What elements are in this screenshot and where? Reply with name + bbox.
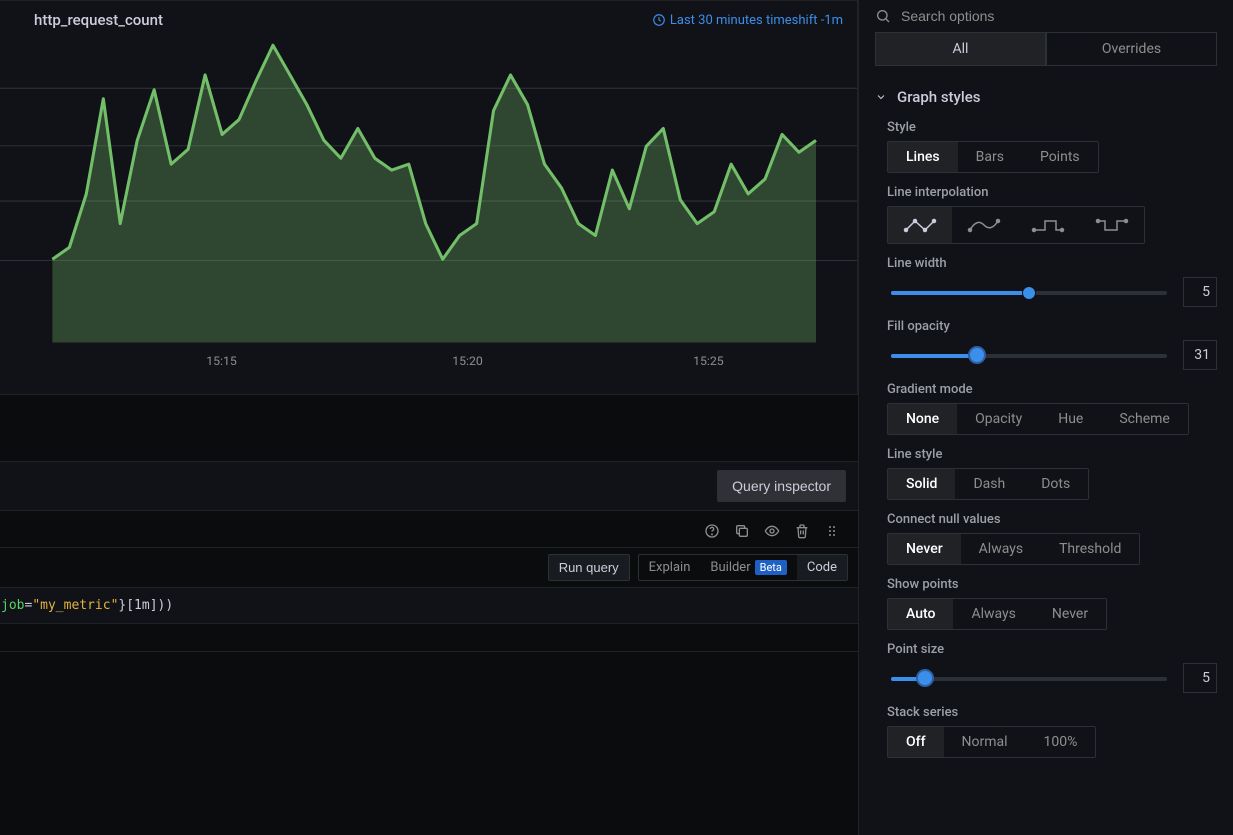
query-section: Query inspector Run query Explain	[0, 401, 858, 835]
interpolation-radio-group	[887, 206, 1145, 244]
query-mode-toggle: Explain Builder Beta Code	[638, 554, 848, 581]
svg-text:15:25: 15:25	[693, 355, 724, 369]
stack-radio-group: OffNormal100%	[887, 726, 1096, 758]
style-option-bars[interactable]: Bars	[958, 142, 1022, 172]
svg-text:15:20: 15:20	[452, 355, 483, 369]
line-width-slider[interactable]	[887, 282, 1171, 302]
search-options-input[interactable]	[901, 8, 1217, 24]
time-range-badge[interactable]: Last 30 minutes timeshift -1m	[652, 13, 843, 28]
interp-linear-button[interactable]	[888, 207, 952, 243]
trash-icon[interactable]	[794, 523, 810, 539]
stack-label: Stack series	[887, 705, 1217, 720]
fill-opacity-label: Fill opacity	[887, 319, 1217, 334]
beta-badge: Beta	[755, 560, 787, 575]
show-points-option-always[interactable]: Always	[953, 599, 1033, 629]
svg-text:15:15: 15:15	[206, 355, 237, 369]
panel-title: http_request_count	[34, 11, 163, 29]
query-code-line[interactable]: job="my_metric"}[1m]))	[0, 588, 858, 624]
show-points-radio-group: AutoAlwaysNever	[887, 598, 1107, 630]
fill-opacity-value[interactable]: 31	[1183, 340, 1217, 370]
stack-option-100-[interactable]: 100%	[1026, 727, 1096, 757]
connect-null-label: Connect null values	[887, 512, 1217, 527]
line-style-option-dash[interactable]: Dash	[955, 469, 1023, 499]
point-size-slider[interactable]	[887, 668, 1171, 688]
connect-null-radio-group: NeverAlwaysThreshold	[887, 533, 1140, 565]
stack-option-normal[interactable]: Normal	[944, 727, 1026, 757]
line-style-radio-group: SolidDashDots	[887, 468, 1089, 500]
token-string: "my_metric"	[32, 598, 118, 613]
interpolation-label: Line interpolation	[887, 185, 1217, 200]
help-icon[interactable]	[704, 523, 720, 539]
query-inspector-button[interactable]: Query inspector	[717, 470, 846, 502]
search-icon	[875, 8, 891, 24]
tab-all[interactable]: All	[875, 32, 1046, 66]
show-points-option-auto[interactable]: Auto	[888, 599, 953, 629]
connect-null-option-threshold[interactable]: Threshold	[1041, 534, 1139, 564]
style-label: Style	[887, 120, 1217, 135]
line-style-option-solid[interactable]: Solid	[888, 469, 955, 499]
section-title: Graph styles	[897, 88, 980, 106]
chart-area: 15:15 15:20 15:25	[0, 35, 857, 394]
builder-toggle[interactable]: Builder Beta	[700, 555, 797, 580]
drag-handle-icon[interactable]	[824, 523, 840, 539]
builder-label: Builder	[710, 560, 750, 575]
code-toggle[interactable]: Code	[797, 555, 847, 580]
style-radio-group: LinesBarsPoints	[887, 141, 1099, 173]
gradient-option-scheme[interactable]: Scheme	[1101, 404, 1187, 434]
section-graph-styles[interactable]: Graph styles	[859, 74, 1233, 114]
style-option-points[interactable]: Points	[1022, 142, 1098, 172]
gradient-option-hue[interactable]: Hue	[1040, 404, 1101, 434]
explain-toggle[interactable]: Explain	[639, 555, 701, 580]
line-style-label: Line style	[887, 447, 1217, 462]
time-range-text: Last 30 minutes timeshift -1m	[670, 13, 843, 28]
interp-step-after-button[interactable]	[1080, 207, 1144, 243]
gradient-label: Gradient mode	[887, 382, 1217, 397]
stack-option-off[interactable]: Off	[888, 727, 944, 757]
tab-overrides[interactable]: Overrides	[1046, 32, 1217, 66]
connect-null-option-never[interactable]: Never	[888, 534, 961, 564]
gradient-option-opacity[interactable]: Opacity	[957, 404, 1040, 434]
line-width-value[interactable]: 5	[1183, 277, 1217, 307]
point-size-value[interactable]: 5	[1183, 663, 1217, 693]
show-points-option-never[interactable]: Never	[1034, 599, 1106, 629]
chevron-down-icon	[875, 91, 887, 103]
line-width-label: Line width	[887, 256, 1217, 271]
token-suffix: }[1m]))	[118, 598, 173, 613]
run-query-button[interactable]: Run query	[548, 554, 630, 581]
show-points-label: Show points	[887, 577, 1217, 592]
clock-icon	[652, 13, 666, 27]
connect-null-option-always[interactable]: Always	[961, 534, 1041, 564]
gradient-radio-group: NoneOpacityHueScheme	[887, 403, 1189, 435]
style-option-lines[interactable]: Lines	[888, 142, 958, 172]
line-style-option-dots[interactable]: Dots	[1023, 469, 1088, 499]
token-label: job	[1, 598, 24, 613]
duplicate-icon[interactable]	[734, 523, 750, 539]
interp-step-before-button[interactable]	[1016, 207, 1080, 243]
point-size-label: Point size	[887, 642, 1217, 657]
gradient-option-none[interactable]: None	[888, 404, 957, 434]
eye-icon[interactable]	[764, 523, 780, 539]
fill-opacity-slider[interactable]	[887, 345, 1171, 365]
chart-panel: http_request_count Last 30 minutes times…	[0, 0, 858, 395]
interp-smooth-button[interactable]	[952, 207, 1016, 243]
options-sidebar: All Overrides Graph styles Style LinesBa…	[858, 0, 1233, 835]
